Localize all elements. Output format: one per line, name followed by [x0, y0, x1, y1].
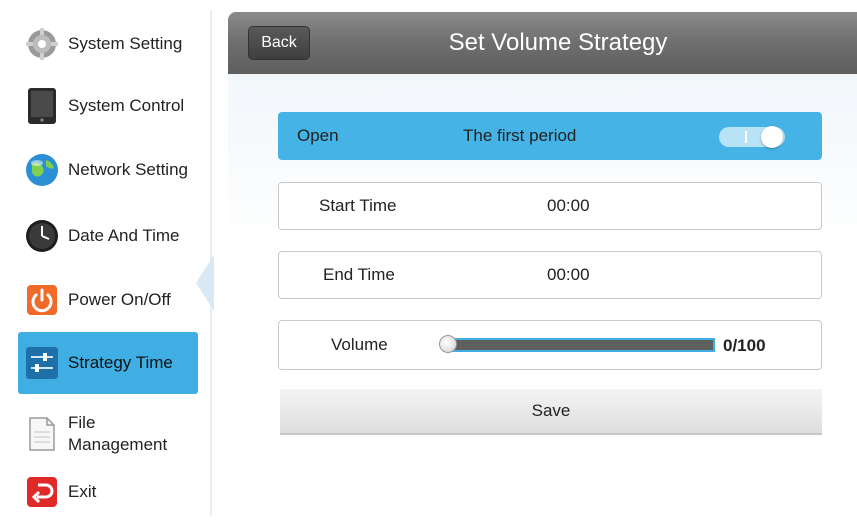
save-button[interactable]: Save — [280, 389, 822, 435]
sidebar-item-date-and-time[interactable]: Date And Time — [18, 206, 198, 266]
end-time-row[interactable]: End Time 00:00 — [278, 251, 822, 299]
sidebar-item-exit[interactable]: Exit — [18, 462, 198, 522]
sidebar: System Setting System Control Network Se… — [10, 10, 210, 516]
back-button[interactable]: Back — [248, 26, 310, 60]
sidebar-item-label: Network Setting — [68, 160, 188, 179]
active-item-pointer — [196, 255, 214, 311]
sidebar-item-label: Management — [68, 435, 168, 454]
sliders-icon — [24, 345, 60, 381]
sidebar-item-label: Date And Time — [68, 226, 180, 245]
power-icon — [24, 282, 60, 318]
clock-icon — [24, 218, 60, 254]
sidebar-item-label: System Control — [68, 96, 185, 115]
toggle-on-mark — [745, 131, 747, 143]
open-row: Open The first period — [278, 112, 822, 160]
sidebar-item-label: Power On/Off — [68, 290, 171, 309]
document-icon — [24, 416, 60, 452]
start-time-label: Start Time — [319, 196, 397, 215]
sidebar-item-label: File — [68, 413, 96, 432]
sidebar-item-label-group: File Management — [68, 412, 167, 456]
start-time-row[interactable]: Start Time 00:00 — [278, 182, 822, 230]
exit-icon — [24, 474, 60, 510]
page-title: Set Volume Strategy — [448, 29, 668, 56]
sidebar-item-strategy-time[interactable]: Strategy Time — [18, 332, 198, 394]
end-time-value: 00:00 — [547, 265, 590, 284]
main-panel: Back Set Volume Strategy Open The first … — [228, 12, 857, 516]
sidebar-item-label: Strategy Time — [68, 353, 173, 372]
volume-label: Volume — [331, 335, 388, 354]
globe-icon — [24, 152, 60, 188]
sidebar-item-file-management[interactable]: File Management — [18, 402, 198, 466]
volume-slider[interactable] — [443, 338, 715, 352]
open-label: Open — [297, 126, 339, 145]
period-label: The first period — [463, 126, 577, 145]
sidebar-item-system-setting[interactable]: System Setting — [18, 14, 198, 74]
volume-slider-thumb[interactable] — [439, 335, 457, 353]
tablet-icon — [24, 88, 60, 124]
sidebar-item-label: System Setting — [68, 34, 183, 53]
sidebar-item-system-control[interactable]: System Control — [18, 76, 198, 136]
sidebar-item-label: Exit — [68, 482, 97, 501]
volume-value: 0/100 — [723, 336, 766, 355]
volume-row: Volume 0/100 — [278, 320, 822, 370]
gear-icon — [24, 26, 60, 62]
start-time-value: 00:00 — [547, 196, 590, 215]
title-bar: Back Set Volume Strategy — [228, 12, 857, 74]
open-toggle[interactable] — [719, 126, 785, 148]
sidebar-item-network-setting[interactable]: Network Setting — [18, 140, 198, 200]
end-time-label: End Time — [323, 265, 395, 284]
sidebar-item-power-on-off[interactable]: Power On/Off — [18, 270, 198, 330]
toggle-knob — [761, 126, 783, 148]
